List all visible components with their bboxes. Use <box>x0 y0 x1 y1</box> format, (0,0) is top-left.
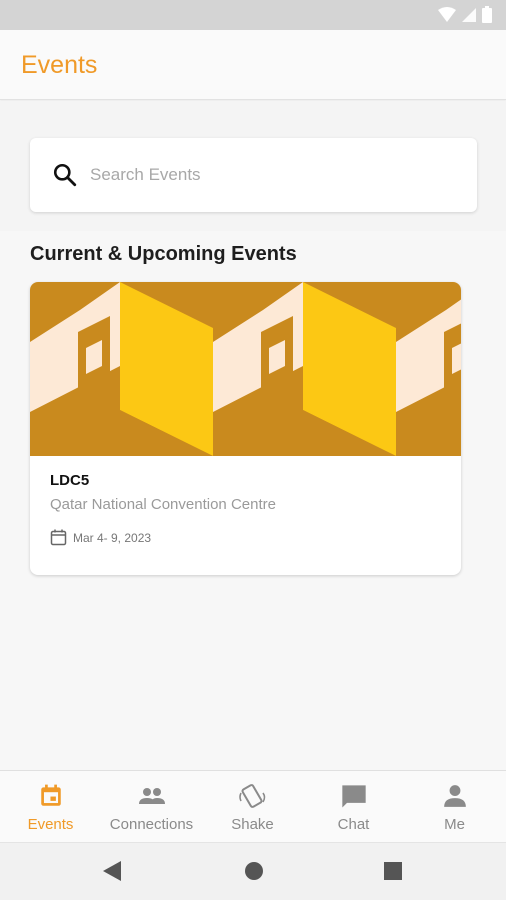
nav-label-connections: Connections <box>109 816 194 833</box>
home-icon[interactable] <box>244 860 264 882</box>
bottom-nav: Events Connections Shake Chat Me <box>0 770 506 842</box>
shake-phone-icon <box>238 784 265 808</box>
nav-item-shake[interactable]: Shake <box>202 771 303 843</box>
event-banner-image <box>30 282 461 456</box>
chat-icon <box>341 785 366 808</box>
recents-icon[interactable] <box>383 860 403 882</box>
section-title: Current & Upcoming Events <box>30 243 297 265</box>
event-card[interactable]: LDC5 Qatar National Convention Centre Ma… <box>30 282 461 575</box>
event-venue: Qatar National Convention Centre <box>50 496 276 513</box>
battery-icon <box>482 6 492 23</box>
search-icon[interactable] <box>52 162 78 188</box>
status-icons <box>438 6 492 23</box>
search-input[interactable] <box>90 162 450 188</box>
status-bar <box>0 0 506 30</box>
nav-label-events: Events <box>27 816 74 833</box>
page-title: Events <box>21 51 98 79</box>
event-name: LDC5 <box>50 472 90 489</box>
nav-item-events[interactable]: Events <box>0 771 101 843</box>
calendar-icon <box>40 784 61 806</box>
calendar-icon <box>50 529 67 546</box>
people-icon <box>138 788 165 804</box>
nav-item-me[interactable]: Me <box>404 771 505 843</box>
nav-label-me: Me <box>444 816 465 833</box>
nav-label-chat: Chat <box>337 816 370 833</box>
signal-icon <box>462 7 476 22</box>
event-date: Mar 4- 9, 2023 <box>73 531 152 545</box>
system-nav-bar <box>0 842 506 900</box>
search-box[interactable] <box>30 138 477 212</box>
search-area <box>0 101 506 231</box>
nav-item-connections[interactable]: Connections <box>101 771 202 843</box>
back-icon[interactable] <box>102 860 122 882</box>
wifi-icon <box>438 6 456 22</box>
app-bar: Events <box>0 30 506 100</box>
nav-label-shake: Shake <box>231 816 274 833</box>
person-icon <box>443 785 466 807</box>
nav-item-chat[interactable]: Chat <box>303 771 404 843</box>
